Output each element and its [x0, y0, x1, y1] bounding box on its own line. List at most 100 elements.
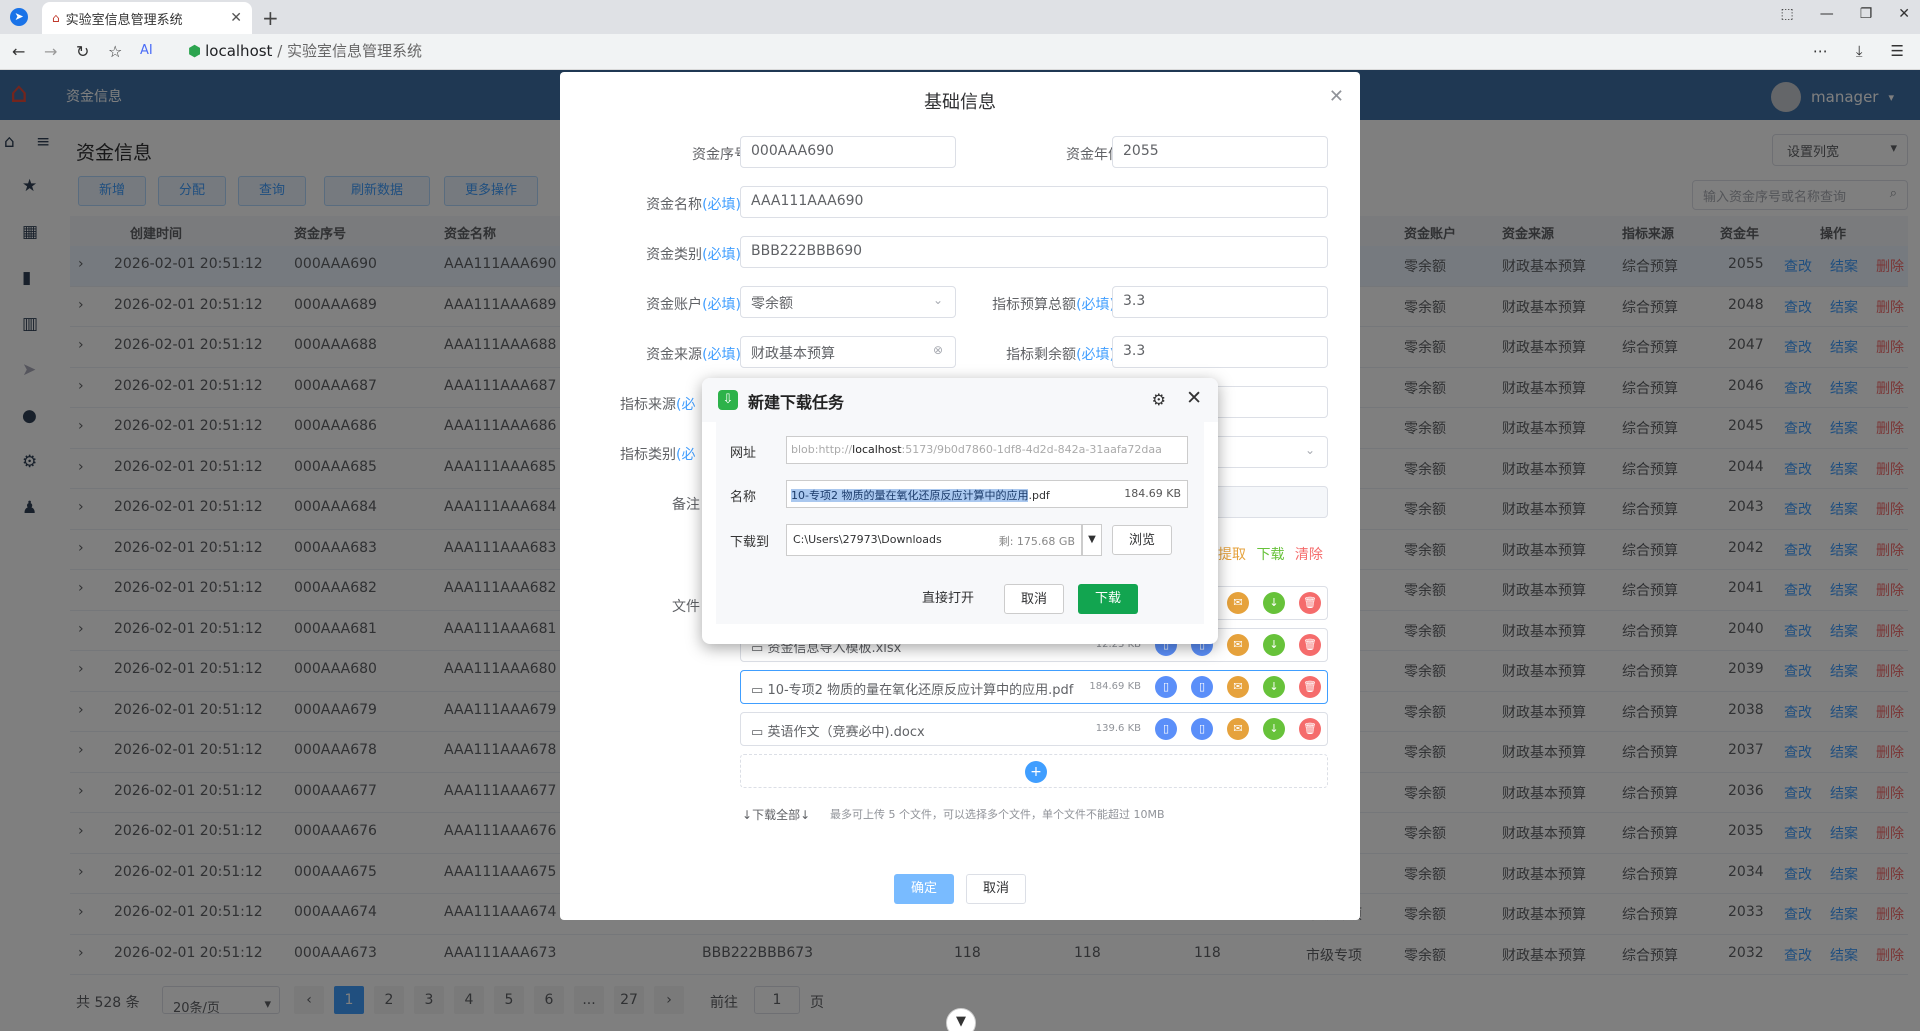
ind-cat-label-text: 指标类别 — [620, 447, 676, 463]
name-input[interactable]: AAA111AAA690 — [740, 186, 1328, 218]
preview-icon[interactable]: ▯ — [1155, 718, 1177, 740]
minimize-icon[interactable]: — — [1820, 6, 1834, 22]
preview-icon[interactable]: ▯ — [1191, 718, 1213, 740]
ai-icon[interactable]: AI — [140, 43, 153, 58]
file-icon: ▭ — [751, 683, 764, 698]
file-item[interactable]: ▭ 英语作文（竞赛必中).docx 139.6 KB ▯ ▯ ✉ ↓ 🗑 — [740, 712, 1328, 746]
download-all-link[interactable]: ↓下载全部↓ — [742, 806, 810, 823]
required-tag: (必填) — [702, 347, 741, 363]
browser-tab[interactable]: ⌂ 实验室信息管理系统 ✕ — [42, 2, 252, 34]
email-icon[interactable]: ✉ — [1227, 634, 1249, 656]
scroll-down-icon[interactable]: ▼ — [946, 1008, 976, 1031]
delete-icon[interactable]: 🗑 — [1299, 718, 1321, 740]
menu-icon[interactable]: ☰ — [1891, 42, 1904, 60]
name-label-text: 资金名称 — [646, 197, 703, 213]
cat-input[interactable]: BBB222BBB690 — [740, 236, 1328, 268]
url-host: localhost — [852, 443, 902, 456]
remain-input[interactable]: 3.3 — [1112, 336, 1328, 368]
delete-icon[interactable]: 🗑 — [1299, 592, 1321, 614]
required-tag: (必填) — [702, 297, 741, 313]
required-tag: (必填) — [1076, 347, 1115, 363]
email-icon[interactable]: ✉ — [1227, 592, 1249, 614]
settings-icon[interactable]: ⚙ — [1152, 390, 1166, 409]
remain-label: 指标剩余额(必填)* — [1006, 344, 1122, 364]
file-size: 139.6 KB — [1095, 723, 1141, 734]
free-space: 剩: 175.68 GB — [998, 535, 1075, 548]
clear-circle-icon[interactable]: ⊗ — [933, 343, 943, 357]
path-input[interactable]: C:\Users\27973\Downloads 剩: 175.68 GB — [786, 524, 1082, 556]
budget-label: 指标预算总额(必填)* — [992, 294, 1122, 314]
browser-toolbar: ← → ↻ ☆ AI ⬢ localhost / 实验室信息管理系统 ⋯ ⤓ ☰ — [0, 34, 1920, 70]
close-icon[interactable]: ✕ — [1186, 387, 1202, 409]
upload-hint: 最多可上传 5 个文件，可以选择多个文件，单个文件不能超过 10MB — [830, 808, 1165, 821]
address-bar[interactable]: ⬢ localhost / 实验室信息管理系统 — [188, 40, 422, 61]
cancel-download-button[interactable]: 取消 — [1004, 584, 1064, 614]
download-dialog-header: ⇩ 新建下载任务 ⚙ ✕ — [702, 378, 1218, 422]
url-label: 网址 — [730, 446, 757, 461]
reload-icon[interactable]: ↻ — [76, 42, 89, 61]
file-name: 10-专项2 物质的量在氧化还原反应计算中的应用.pdf — [767, 683, 1074, 698]
name-label: 名称 — [730, 490, 757, 505]
ind-cat-label: 指标类别(必 — [620, 444, 695, 464]
required-tag: (必填) — [702, 197, 741, 213]
star-icon[interactable]: ☆ — [108, 42, 122, 61]
extract-link[interactable]: 提取 — [1218, 547, 1246, 563]
new-tab-icon[interactable]: + — [262, 6, 279, 30]
url-field[interactable]: blob:http://localhost:5173/9b0d7860-1df8… — [786, 436, 1188, 464]
close-icon[interactable]: ✕ — [1329, 86, 1344, 107]
acct-label-text: 资金账户 — [646, 297, 703, 313]
download-link[interactable]: 下载 — [1256, 547, 1284, 563]
open-direct-button[interactable]: 直接打开 — [906, 584, 990, 614]
chevron-down-icon: ⌄ — [932, 293, 943, 307]
required-tag: (必 — [676, 447, 696, 463]
year-input[interactable]: 2055 — [1112, 136, 1328, 168]
url-prefix: blob:http:// — [791, 443, 853, 456]
cat-label-text: 资金类别 — [646, 247, 703, 263]
upload-area[interactable]: + — [740, 754, 1328, 788]
delete-icon[interactable]: 🗑 — [1299, 676, 1321, 698]
browser-logo-icon[interactable]: ➤ — [10, 8, 28, 26]
required-tag: (必 — [676, 397, 696, 413]
source-select[interactable]: 财政基本预算 ⊗ — [740, 336, 956, 368]
download-all-text: 下载全部 — [752, 808, 801, 822]
tshirt-icon[interactable]: ⬚ — [1780, 6, 1793, 22]
remain-label-text: 指标剩余额 — [1006, 347, 1077, 363]
forward-icon[interactable]: → — [44, 42, 57, 61]
seq-input[interactable]: 000AAA690 — [740, 136, 956, 168]
file-icon: ▭ — [751, 725, 764, 740]
download-icon[interactable]: ↓ — [1263, 718, 1285, 740]
confirm-button[interactable]: 确定 — [894, 874, 954, 904]
delete-icon[interactable]: 🗑 — [1299, 634, 1321, 656]
file-item[interactable]: ▭ 10-专项2 物质的量在氧化还原反应计算中的应用.pdf 184.69 KB… — [740, 670, 1328, 704]
browse-button[interactable]: 浏览 — [1112, 525, 1172, 555]
restore-icon[interactable]: ❐ — [1860, 6, 1873, 22]
download-button[interactable]: 下载 — [1078, 584, 1138, 614]
acct-select[interactable]: 零余额 ⌄ — [740, 286, 956, 318]
required-tag: (必填) — [702, 247, 741, 263]
path-value: C:\Users\27973\Downloads — [793, 533, 942, 546]
download-dialog-title: 新建下载任务 — [748, 393, 845, 412]
source-label: 资金来源(必填)* — [646, 344, 748, 364]
preview-icon[interactable]: ▯ — [1191, 676, 1213, 698]
downloads-icon[interactable]: ⤓ — [1856, 42, 1863, 60]
filename-input[interactable]: 10-专项2 物质的量在氧化还原反应计算中的应用.pdf 184.69 KB — [786, 480, 1188, 508]
close-window-icon[interactable]: ✕ — [1898, 6, 1910, 22]
filename-size: 184.69 KB — [1124, 487, 1181, 500]
remark-label: 备注 — [672, 497, 700, 513]
plus-icon[interactable]: + — [1025, 761, 1047, 783]
download-icon[interactable]: ↓ — [1263, 634, 1285, 656]
clear-link[interactable]: 清除 — [1295, 547, 1323, 563]
email-icon[interactable]: ✉ — [1227, 718, 1249, 740]
preview-icon[interactable]: ▯ — [1155, 676, 1177, 698]
ind-src-label: 指标来源(必 — [620, 394, 695, 414]
more-icon[interactable]: ⋯ — [1813, 42, 1828, 60]
download-icon[interactable]: ↓ — [1263, 592, 1285, 614]
download-icon[interactable]: ↓ — [1263, 676, 1285, 698]
budget-input[interactable]: 3.3 — [1112, 286, 1328, 318]
back-icon[interactable]: ← — [12, 42, 25, 61]
close-tab-icon[interactable]: ✕ — [230, 10, 242, 26]
cancel-button[interactable]: 取消 — [966, 874, 1026, 904]
email-icon[interactable]: ✉ — [1227, 676, 1249, 698]
path-dropdown-icon[interactable]: ▼ — [1082, 524, 1102, 556]
browser-tab-strip: ➤ ⌂ 实验室信息管理系统 ✕ + ⬚ — ❐ ✕ — [0, 0, 1920, 34]
